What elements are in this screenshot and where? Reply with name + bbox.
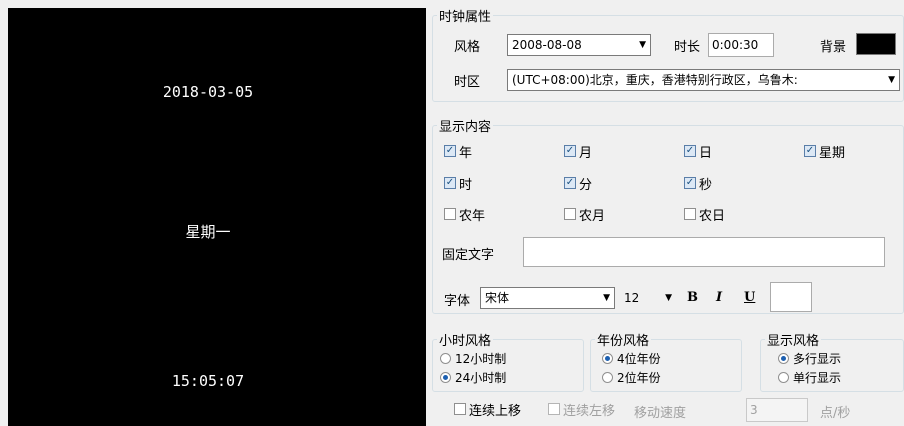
checkbox-day[interactable]: ✓ 日: [684, 142, 713, 161]
style-select[interactable]: 2008-08-08 ▼: [507, 34, 651, 56]
duration-input[interactable]: 0:00:30: [708, 33, 774, 57]
radio-24-hour[interactable]: 24小时制: [440, 369, 506, 385]
chevron-down-icon: ▼: [886, 70, 895, 90]
radio-button: [778, 371, 789, 383]
radio-12-hour-label: 12小时制: [455, 351, 507, 366]
radio-button: [602, 371, 613, 383]
checkbox-month[interactable]: ✓ 月: [564, 142, 593, 161]
checkbox-box: [564, 208, 576, 220]
checkbox-year-label: 年: [459, 145, 473, 161]
check-icon: ✓: [444, 177, 456, 189]
timezone-label: 时区: [454, 75, 481, 90]
radio-button: [778, 352, 789, 364]
display-style-legend: 显示风格: [767, 334, 820, 349]
year-style-legend: 年份风格: [597, 334, 650, 349]
check-icon: ✓: [564, 145, 576, 157]
style-label: 风格: [454, 40, 481, 55]
fixed-text-label: 固定文字: [442, 248, 495, 263]
checkbox-lunar-year-label: 农年: [459, 208, 486, 224]
checkbox-second[interactable]: ✓ 秒: [684, 174, 713, 193]
preview-date: 2018-03-05: [162, 83, 254, 101]
timezone-select[interactable]: (UTC+08:00)北京，重庆，香港特别行政区，乌鲁木: ▼: [507, 69, 900, 91]
checkbox-box: [454, 403, 466, 415]
style-select-value: 2008-08-08: [512, 38, 582, 52]
speed-label: 移动速度: [634, 406, 687, 421]
radio-single-line[interactable]: 单行显示: [778, 369, 841, 385]
radio-multi-line[interactable]: 多行显示: [778, 350, 841, 366]
settings-panel: 时钟属性 风格 2008-08-08 ▼ 时长 0:00:30 背景 时区 (U…: [430, 0, 904, 426]
check-icon: ✓: [564, 177, 576, 189]
checkbox-lunar-day-label: 农日: [699, 208, 726, 224]
chevron-down-icon: ▼: [639, 40, 646, 50]
font-select[interactable]: 宋体 ▼: [480, 287, 615, 309]
checkbox-day-label: 日: [699, 145, 713, 161]
chevron-down-icon: ▼: [665, 293, 672, 303]
font-select-value: 宋体: [485, 291, 510, 305]
fixed-text-input[interactable]: [523, 237, 885, 267]
check-icon: ✓: [444, 145, 456, 157]
display-content-legend: 显示内容: [439, 120, 492, 135]
checkbox-weekday[interactable]: ✓ 星期: [804, 142, 846, 161]
radio-button: [440, 352, 451, 364]
preview-time: 15:05:07: [171, 372, 245, 390]
radio-2-digit-year-label: 2位年份: [617, 370, 661, 385]
bold-button[interactable]: B: [687, 290, 698, 305]
radio-2-digit-year[interactable]: 2位年份: [602, 369, 661, 385]
font-size-select[interactable]: 12 ▼: [620, 287, 678, 309]
hour-style-legend: 小时风格: [439, 334, 492, 349]
checkbox-lunar-month[interactable]: 农月: [564, 205, 606, 224]
clock-props-legend: 时钟属性: [439, 10, 492, 25]
checkbox-box: [548, 403, 560, 415]
font-label: 字体: [444, 294, 471, 309]
timezone-select-value: (UTC+08:00)北京，重庆，香港特别行政区，乌鲁木:: [512, 73, 798, 87]
checkbox-scroll-up[interactable]: 连续上移: [454, 400, 522, 419]
checkbox-scroll-up-label: 连续上移: [469, 403, 522, 419]
radio-button: [440, 371, 451, 383]
checkbox-box: [684, 208, 696, 220]
radio-24-hour-label: 24小时制: [455, 370, 507, 385]
checkbox-lunar-day[interactable]: 农日: [684, 205, 726, 224]
duration-label: 时长: [674, 40, 701, 55]
radio-button: [602, 352, 613, 364]
checkbox-hour-label: 时: [459, 177, 473, 193]
radio-multi-line-label: 多行显示: [793, 351, 842, 366]
font-color-swatch[interactable]: [770, 282, 812, 312]
checkbox-weekday-label: 星期: [819, 145, 846, 161]
italic-button[interactable]: I: [716, 290, 722, 305]
checkbox-hour[interactable]: ✓ 时: [444, 174, 473, 193]
underline-button[interactable]: U: [744, 290, 755, 305]
font-size-value: 12: [624, 291, 640, 305]
checkbox-lunar-year[interactable]: 农年: [444, 205, 486, 224]
speed-input[interactable]: 3: [746, 398, 808, 422]
check-icon: ✓: [684, 145, 696, 157]
check-icon: ✓: [804, 145, 816, 157]
clock-preview: 2018-03-05 星期一 15:05:07: [8, 8, 426, 426]
checkbox-second-label: 秒: [699, 177, 713, 193]
speed-unit: 点/秒: [820, 406, 851, 421]
chevron-down-icon: ▼: [603, 293, 610, 303]
checkbox-minute-label: 分: [579, 177, 593, 193]
checkbox-box: [444, 208, 456, 220]
checkbox-lunar-month-label: 农月: [579, 208, 606, 224]
checkbox-scroll-left-label: 连续左移: [563, 403, 616, 419]
background-color-swatch[interactable]: [856, 33, 896, 55]
checkbox-minute[interactable]: ✓ 分: [564, 174, 593, 193]
checkbox-scroll-left[interactable]: 连续左移: [548, 400, 616, 419]
checkbox-year[interactable]: ✓ 年: [444, 142, 473, 161]
preview-weekday: 星期一: [185, 223, 231, 241]
radio-4-digit-year[interactable]: 4位年份: [602, 350, 661, 366]
check-icon: ✓: [684, 177, 696, 189]
radio-single-line-label: 单行显示: [793, 370, 842, 385]
radio-4-digit-year-label: 4位年份: [617, 351, 661, 366]
radio-12-hour[interactable]: 12小时制: [440, 350, 506, 366]
background-label: 背景: [820, 40, 847, 55]
checkbox-month-label: 月: [579, 145, 593, 161]
